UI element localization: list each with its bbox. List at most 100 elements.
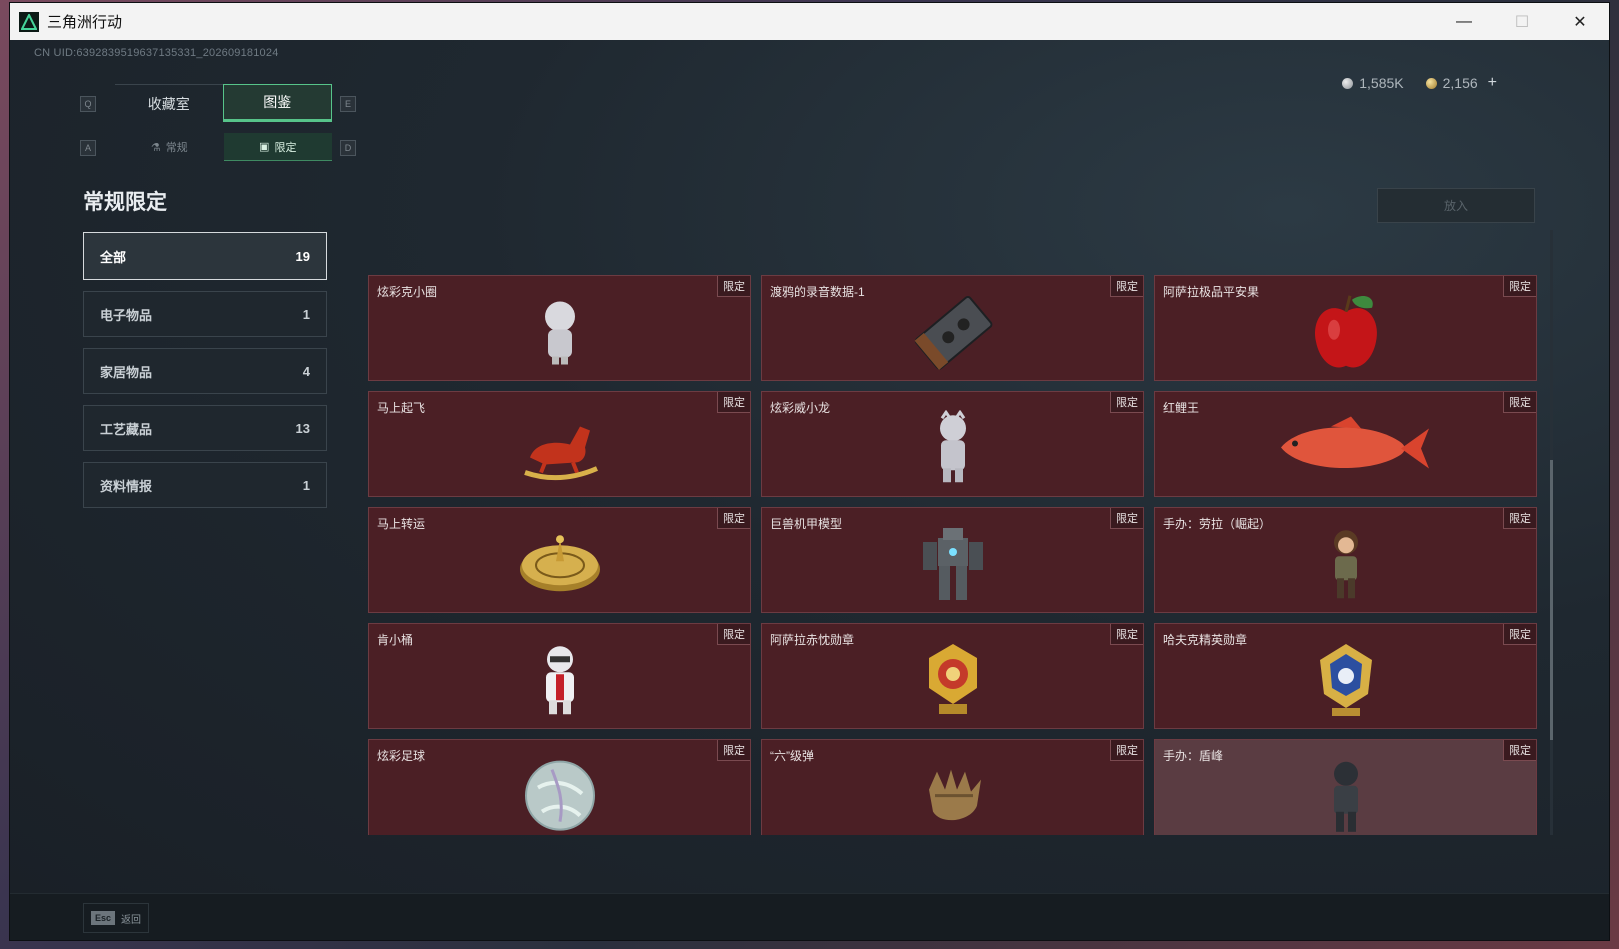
category-count: 13 [295,420,310,436]
item-name: 巨兽机甲模型 [770,517,843,531]
subtab-regular-label: 常规 [165,142,188,154]
category-home[interactable]: 家居物品 4 [83,348,327,394]
limited-badge: 限定 [1503,508,1536,529]
key-hint-next-subtab: D [340,140,356,156]
main-tabs: 收藏室 图鉴 [115,84,332,122]
subtab-regular[interactable]: ⚗ 常规 [115,133,224,161]
item-name: 阿萨拉极品平安果 [1163,285,1260,299]
silver-amount: 1,585K [1359,75,1404,91]
item-card[interactable]: 炫彩威小龙 限定 [761,391,1144,497]
horse-icon [523,426,598,481]
app-logo-icon [19,11,39,32]
add-currency-button[interactable]: + [1488,74,1497,92]
item-name: 手办：劳拉（崛起） [1163,517,1272,531]
category-count: 1 [302,306,310,322]
put-in-button[interactable]: 放入 [1377,188,1535,223]
figurine-icon [939,410,966,483]
section-title: 常规限定 [83,191,167,214]
bottom-bar: Esc 返回 [10,893,1609,940]
category-electronics[interactable]: 电子物品 1 [83,291,327,337]
category-list: 全部 19 电子物品 1 家居物品 4 工艺藏品 13 资料情报 1 [83,232,327,519]
back-button[interactable]: Esc 返回 [83,903,149,933]
item-card[interactable]: 渡鸦的录音数据-1 限定 [761,275,1144,381]
item-card[interactable]: 手办：盾峰 限定 [1154,739,1537,835]
category-intel[interactable]: 资料情报 1 [83,462,327,508]
category-label: 全部 [100,249,127,265]
minimize-button[interactable]: — [1435,3,1493,40]
limited-badge: 限定 [717,276,750,297]
key-hint-prev-tab: Q [80,96,96,112]
image-frame-icon: ▣ [259,141,270,153]
limited-badge: 限定 [717,508,750,529]
window-title: 三角洲行动 [47,14,123,31]
carp-icon [1280,416,1429,469]
mech-icon [922,528,983,600]
medal-icon [1319,644,1372,716]
item-name: 阿萨拉赤忱勋章 [770,633,855,647]
item-name: 马上转运 [377,517,426,531]
item-card[interactable]: 阿萨拉极品平安果 限定 [1154,275,1537,381]
currency-bar: 1,585K 2,156 + [1342,74,1497,92]
key-hint-prev-subtab: A [80,140,96,156]
cassette-tape-icon [914,295,992,370]
title-bar: 三角洲行动 — ☐ ✕ [10,3,1609,40]
silver-coin-icon [1342,77,1354,89]
limited-badge: 限定 [1503,740,1536,761]
item-card[interactable]: 阿萨拉赤忱勋章 限定 [761,623,1144,729]
app-window: 三角洲行动 — ☐ ✕ CN UID:6392839519637135331_2… [10,3,1609,940]
category-all[interactable]: 全部 19 [83,232,327,280]
item-grid: 炫彩克小圈 限定 渡鸦的录音数据-1 限定 阿萨拉极品平安果 限定 马上起飞 限… [368,275,1548,835]
item-card[interactable]: 手办：劳拉（崛起） 限定 [1154,507,1537,613]
limited-badge: 限定 [1110,740,1143,761]
apple-icon [1314,295,1377,368]
player-uid: CN UID:6392839519637135331_202609181024 [34,47,279,59]
item-card[interactable]: 肯小桶 限定 [368,623,751,729]
item-name: 哈夫克精英勋章 [1163,633,1248,647]
medal-icon [928,644,977,714]
item-card[interactable]: “六”级弹 限定 [761,739,1144,835]
limited-badge: 限定 [1110,392,1143,413]
item-card[interactable]: 巨兽机甲模型 限定 [761,507,1144,613]
figurine-icon [545,646,574,715]
tab-codex[interactable]: 图鉴 [222,84,332,122]
subtab-limited-label: 限定 [274,141,297,154]
item-name: 炫彩威小龙 [770,401,831,415]
category-label: 工艺藏品 [100,421,153,437]
main-content: CN UID:6392839519637135331_202609181024 … [10,40,1609,894]
item-card[interactable]: 炫彩克小圈 限定 [368,275,751,381]
figurine-icon [1333,530,1358,599]
category-crafts[interactable]: 工艺藏品 13 [83,405,327,451]
item-name: 红鲤王 [1163,401,1200,415]
hand-bullets-icon [928,769,981,821]
close-button[interactable]: ✕ [1551,3,1609,40]
currency-silver: 1,585K [1342,75,1404,91]
soccer-ball-icon [524,760,595,831]
gold-coin-icon [1425,77,1437,89]
item-card[interactable]: 炫彩足球 限定 [368,739,751,835]
limited-badge: 限定 [1503,624,1536,645]
category-count: 4 [302,363,310,379]
item-card[interactable]: 哈夫克精英勋章 限定 [1154,623,1537,729]
grid-scrollbar-thumb[interactable] [1550,460,1553,740]
item-name: 手办：盾峰 [1163,749,1224,763]
limited-badge: 限定 [717,624,750,645]
item-card[interactable]: 马上转运 限定 [368,507,751,613]
tab-collection-room[interactable]: 收藏室 [115,84,223,122]
maximize-button[interactable]: ☐ [1493,3,1551,40]
category-count: 1 [302,477,310,493]
subtab-limited[interactable]: ▣ 限定 [223,133,332,161]
item-card[interactable]: 红鲤王 限定 [1154,391,1537,497]
back-label: 返回 [121,914,141,926]
item-name: 马上起飞 [377,401,426,415]
item-name: 炫彩克小圈 [377,285,438,299]
figurine-icon [1333,761,1358,832]
limited-badge: 限定 [717,740,750,761]
limited-badge: 限定 [1503,392,1536,413]
category-label: 家居物品 [100,364,153,380]
limited-badge: 限定 [1503,276,1536,297]
item-card[interactable]: 马上起飞 限定 [368,391,751,497]
item-name: 渡鸦的录音数据-1 [770,285,865,299]
category-count: 19 [295,248,310,264]
item-name: “六”级弹 [770,749,814,763]
roulette-icon [519,535,600,592]
